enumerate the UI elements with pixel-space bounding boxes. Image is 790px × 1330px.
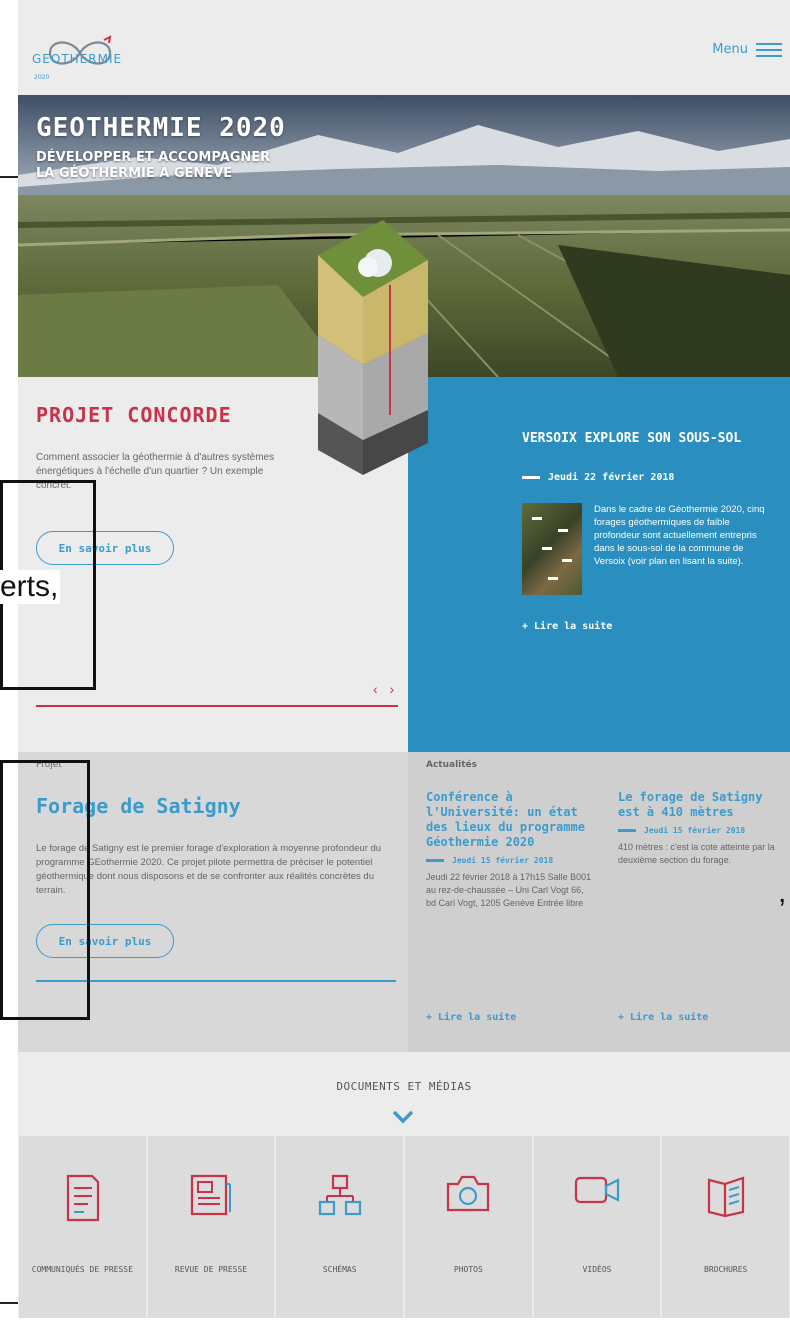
- projet-divider: [36, 980, 396, 982]
- versoix-read-more-link[interactable]: + Lire la suite: [522, 621, 612, 632]
- dash-icon: [522, 475, 540, 479]
- versoix-date: Jeudi 22 février 2018: [522, 472, 674, 483]
- logo-text: GEOTHERMIE: [32, 52, 123, 66]
- hero-subtitle-line-2: LA GÉOTHERMIE À GENÈVE: [36, 166, 233, 181]
- news-date: Jeudi 15 février 2018: [618, 826, 788, 835]
- slider-arrows-icon[interactable]: ‹ ›: [373, 681, 398, 697]
- documents-grid: COMMUNIQUÉS DE PRESSE REVUE DE PRESSE SC…: [18, 1136, 790, 1318]
- actualites-label: Actualités: [426, 760, 478, 770]
- newspaper-icon: [190, 1174, 231, 1216]
- news-body: 410 mètres : c'est la cote atteinte par …: [618, 842, 775, 865]
- overlay-fragment-bottom: ,: [778, 876, 787, 909]
- hero-title: GEOTHERMIE 2020: [36, 113, 286, 143]
- concorde-title: PROJET CONCORDE: [36, 403, 232, 427]
- logo-subtext: 2020: [34, 74, 50, 81]
- news-title[interactable]: Conférence à l'Université: un état des l…: [426, 790, 596, 850]
- news-item: Le forage de Satigny est à 410 mètres Je…: [618, 790, 788, 867]
- document-icon: [67, 1174, 100, 1222]
- doc-tile-label: BROCHURES: [704, 1265, 748, 1274]
- website-frame: GEOTHERMIE 2020 Menu GEOTHERMIE 2020 DÉV…: [18, 0, 790, 1318]
- versoix-title[interactable]: VERSOIX EXPLORE SON SOUS-SOL: [522, 431, 782, 447]
- versoix-description: Dans le cadre de Géothermie 2020, cinq f…: [594, 504, 765, 567]
- camera-icon: [447, 1175, 490, 1212]
- doc-tile-label: VIDÉOS: [582, 1265, 612, 1274]
- doc-tile-label: COMMUNIQUÉS DE PRESSE: [31, 1265, 133, 1274]
- menu-label: Menu: [712, 42, 748, 57]
- hero-subtitle: DÉVELOPPER ET ACCOMPAGNER LA GÉOTHERMIE …: [36, 150, 356, 182]
- news-read-more-link[interactable]: + Lire la suite: [618, 1012, 708, 1023]
- concorde-divider: [36, 705, 398, 707]
- projet-description: Le forage de Satigny est le premier fora…: [36, 843, 382, 896]
- news-date-text: Jeudi 15 février 2018: [644, 826, 746, 835]
- menu-button[interactable]: Menu: [712, 42, 782, 57]
- versoix-map-thumbnail[interactable]: [522, 503, 582, 595]
- infinity-logo-icon[interactable]: [32, 10, 152, 90]
- annotation-box-bottom: [0, 760, 90, 1020]
- overlay-fragment-top: erts,: [0, 570, 61, 604]
- doc-tile-videos[interactable]: VIDÉOS: [533, 1136, 661, 1318]
- documents-medias-title: DOCUMENTS ET MÉDIAS: [336, 1080, 472, 1093]
- map-markers-icon: [532, 517, 572, 580]
- doc-tile-communiques[interactable]: COMMUNIQUÉS DE PRESSE: [19, 1136, 146, 1318]
- video-camera-icon: [574, 1176, 620, 1204]
- doc-tile-label: SCHÉMAS: [322, 1265, 357, 1274]
- documents-medias-section: DOCUMENTS ET MÉDIAS: [18, 1052, 790, 1136]
- hamburger-icon: [756, 42, 782, 57]
- versoix-news-panel: VERSOIX EXPLORE SON SOUS-SOL Jeudi 22 fé…: [408, 377, 790, 752]
- doc-tile-label: REVUE DE PRESSE: [174, 1265, 248, 1274]
- hero-subtitle-line-1: DÉVELOPPER ET ACCOMPAGNER: [36, 150, 271, 165]
- actualites-section: Actualités Conférence à l'Université: un…: [408, 752, 790, 1052]
- news-date-text: Jeudi 15 février 2018: [452, 856, 554, 865]
- diagram-icon: [318, 1174, 361, 1216]
- news-item: Conférence à l'Université: un état des l…: [426, 790, 596, 910]
- doc-tile-brochures[interactable]: BROCHURES: [662, 1136, 790, 1318]
- doc-tile-label: PHOTOS: [453, 1265, 483, 1274]
- geothermal-block-illustration: [318, 220, 428, 475]
- doc-tile-revue-presse[interactable]: REVUE DE PRESSE: [147, 1136, 275, 1318]
- news-title[interactable]: Le forage de Satigny est à 410 mètres: [618, 790, 788, 820]
- site-header: GEOTHERMIE 2020 Menu: [18, 0, 790, 95]
- dash-icon: [618, 829, 636, 832]
- dash-icon: [426, 859, 444, 862]
- news-body: Jeudi 22 février 2018 à 17h15 Salle B001…: [426, 872, 592, 908]
- doc-tile-photos[interactable]: PHOTOS: [405, 1136, 532, 1318]
- brochure-icon: [707, 1176, 744, 1218]
- chevron-down-icon[interactable]: [392, 1110, 414, 1124]
- news-date: Jeudi 15 février 2018: [426, 856, 596, 865]
- doc-tile-schemas[interactable]: SCHÉMAS: [276, 1136, 404, 1318]
- versoix-date-text: Jeudi 22 février 2018: [548, 472, 675, 483]
- news-read-more-link[interactable]: + Lire la suite: [426, 1012, 516, 1023]
